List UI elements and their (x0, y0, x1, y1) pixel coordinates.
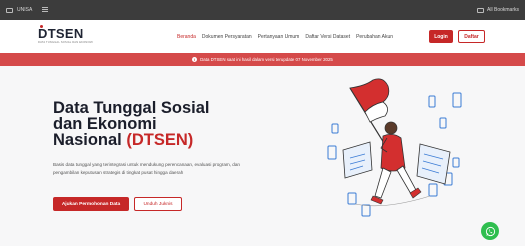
bookmarks-bar: UNISA All Bookmarks (0, 0, 525, 20)
logo-dot-icon (40, 25, 43, 28)
all-bookmarks-label: All Bookmarks (487, 7, 519, 13)
nav-link-dokumen[interactable]: Dokumen Persyaratan (202, 34, 252, 40)
whatsapp-icon (485, 226, 495, 236)
hero-title-line2: dan Ekonomi (53, 115, 157, 133)
announcement-banner: i Data DTSEN saat ini hasil dalam versi … (0, 53, 525, 66)
nav-link-versi-dataset[interactable]: Daftar Versi Dataset (305, 34, 350, 40)
announcement-text: Data DTSEN saat ini hasil dalam versi te… (200, 57, 333, 62)
nav-link-beranda[interactable]: Beranda (177, 34, 196, 40)
site-logo[interactable]: DTSEN DATA TUNGGAL SOSIAL DAN EKONOMI (38, 25, 93, 44)
nav-links: Beranda Dokumen Persyaratan Pertanyaan U… (177, 34, 393, 40)
folder-icon (6, 7, 13, 13)
request-data-button[interactable]: Ajukan Permohonan Data (53, 197, 129, 211)
hero-illustration (327, 78, 462, 217)
register-button[interactable]: Daftar (458, 30, 485, 43)
whatsapp-button[interactable] (481, 222, 499, 240)
hero-title-line3: Nasional (53, 131, 122, 149)
login-button[interactable]: Login (429, 30, 453, 43)
logo-text: DTSEN (38, 26, 84, 41)
apps-grid-icon[interactable] (42, 7, 48, 13)
site-navbar: DTSEN DATA TUNGGAL SOSIAL DAN EKONOMI Be… (0, 20, 525, 53)
hero-description: Basis data tunggal yang terintegrasi unt… (53, 162, 240, 175)
hero-title-accent: (DTSEN) (126, 131, 194, 149)
nav-link-perubahan-akun[interactable]: Perubahan Akun (356, 34, 393, 40)
folder-icon (477, 7, 485, 13)
hero-title: Data Tunggal Sosial dan Ekonomi Nasional… (53, 99, 253, 149)
nav-link-pertanyaan[interactable]: Pertanyaan Umum (258, 34, 300, 40)
bookmark-unisa[interactable]: UNISA (6, 7, 48, 13)
download-guide-button[interactable]: Unduh Juknis (134, 197, 182, 211)
all-bookmarks[interactable]: All Bookmarks (477, 7, 519, 13)
logo-subtitle: DATA TUNGGAL SOSIAL DAN EKONOMI (38, 41, 93, 44)
bookmark-unisa-label: UNISA (17, 7, 33, 13)
hero-title-line1: Data Tunggal Sosial (53, 99, 210, 117)
info-icon: i (192, 57, 198, 62)
